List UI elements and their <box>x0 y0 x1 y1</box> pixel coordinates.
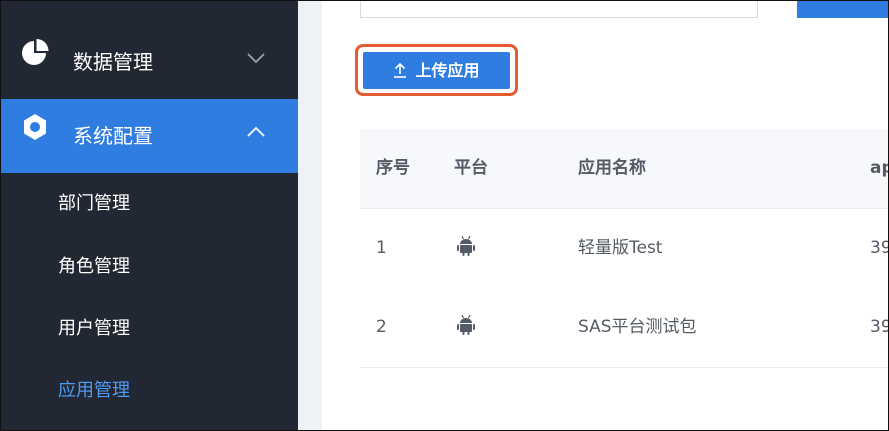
upload-app-button[interactable]: 上传应用 <box>363 52 510 89</box>
search-input[interactable] <box>360 1 758 18</box>
table-header: 序号 平台 应用名称 ap <box>360 129 888 209</box>
sidebar: 数据管理 系统配置 部门管理 角色管理 用户管理 应用管理 <box>1 1 298 430</box>
submenu-user[interactable]: 用户管理 <box>58 317 130 341</box>
column-header-platform: 平台 <box>454 158 488 178</box>
column-header-app-name: 应用名称 <box>578 158 646 178</box>
cell-truncated: 39 <box>870 317 888 337</box>
column-header-truncated: ap <box>870 158 888 178</box>
main-content: 上传应用 序号 平台 应用名称 ap 1 轻量版Test 39 <box>322 1 888 430</box>
hexagon-settings-icon <box>24 114 46 140</box>
menu-system-config[interactable]: 系统配置 <box>1 99 298 173</box>
app-window: 数据管理 系统配置 部门管理 角色管理 用户管理 应用管理 上传应用 序号 平台… <box>0 0 889 431</box>
table-row[interactable]: 2 SAS平台测试包 39 <box>360 288 888 368</box>
pie-chart-icon <box>22 39 49 65</box>
upload-arrow-icon <box>394 62 407 78</box>
upload-button-highlight: 上传应用 <box>355 44 518 96</box>
cell-app-name: SAS平台测试包 <box>578 317 697 337</box>
cell-index: 2 <box>376 317 387 337</box>
column-header-index: 序号 <box>376 158 410 178</box>
search-button[interactable] <box>797 1 888 18</box>
submenu-app-management[interactable]: 应用管理 <box>58 379 130 403</box>
content-gutter <box>298 1 322 430</box>
upload-button-label: 上传应用 <box>415 61 480 80</box>
cell-app-name: 轻量版Test <box>578 238 663 258</box>
menu-label: 系统配置 <box>73 124 153 148</box>
cell-truncated: 39 <box>870 238 888 258</box>
chevron-up-icon <box>247 126 265 137</box>
android-icon <box>457 235 475 256</box>
android-icon <box>457 314 475 335</box>
submenu-role[interactable]: 角色管理 <box>58 255 130 279</box>
cell-index: 1 <box>376 238 387 258</box>
table-row[interactable]: 1 轻量版Test 39 <box>360 209 888 289</box>
submenu-department[interactable]: 部门管理 <box>58 192 130 216</box>
menu-data-management[interactable]: 数据管理 <box>1 25 298 99</box>
chevron-down-icon <box>247 53 265 64</box>
menu-label: 数据管理 <box>73 50 153 74</box>
